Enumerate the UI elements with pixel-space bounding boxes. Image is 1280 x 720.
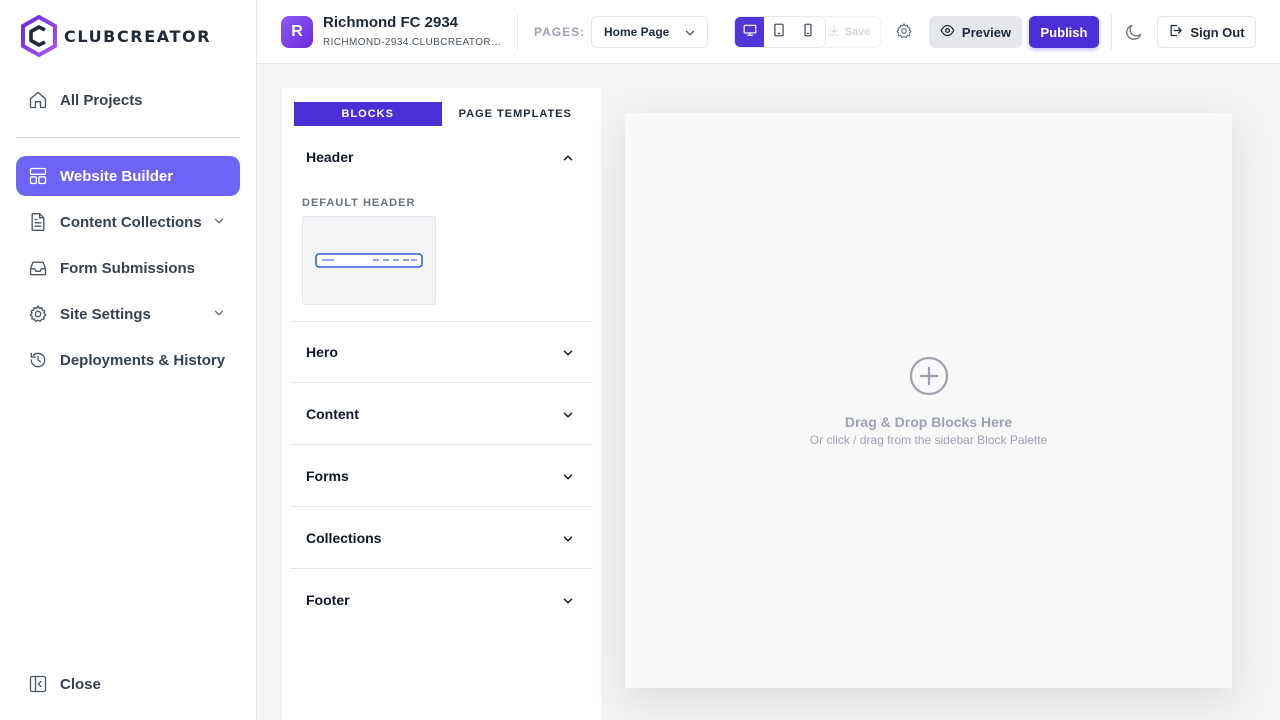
desktop-view-button[interactable]	[735, 17, 764, 47]
accordion-forms: Forms	[290, 446, 593, 507]
accordion-collections: Collections	[290, 508, 593, 569]
accordion-forms-toggle[interactable]: Forms	[290, 446, 593, 506]
page-select-value: Home Page	[604, 25, 670, 39]
default-header-label: DEFAULT HEADER	[302, 197, 416, 209]
theme-toggle-button[interactable]	[1124, 22, 1144, 47]
chevron-down-icon	[683, 26, 697, 43]
sidebar-item-label: All Projects	[60, 91, 143, 109]
clubcreator-logo-icon	[21, 15, 57, 57]
accordion-header-toggle[interactable]: Header	[290, 127, 593, 187]
accordion-title: Collections	[306, 530, 382, 546]
tablet-icon	[772, 23, 786, 42]
chevron-down-icon	[561, 594, 575, 611]
preview-button[interactable]: Preview	[929, 16, 1022, 48]
sidebar-item-website-builder[interactable]: Website Builder	[16, 156, 240, 196]
accordion-content-toggle[interactable]: Content	[290, 384, 593, 444]
page-select[interactable]: Home Page	[591, 16, 708, 48]
sign-out-button[interactable]: Sign Out	[1157, 16, 1256, 48]
sidebar-item-label: Site Settings	[60, 305, 151, 323]
layout-icon	[28, 166, 48, 186]
accordion-footer-toggle[interactable]: Footer	[290, 570, 593, 630]
close-label: Close	[60, 675, 101, 693]
chevron-down-icon	[561, 408, 575, 425]
accordion-title: Header	[306, 149, 354, 165]
project-domain: RICHMOND-2934.CLUBCREATOR.APP	[323, 37, 503, 48]
chevron-down-icon	[561, 346, 575, 363]
sidebar-item-label: Form Submissions	[60, 259, 196, 277]
header-preview-thumbnail	[315, 253, 423, 268]
sidebar-item-label: Deployments & History	[60, 351, 226, 369]
sidebar-collapse-icon	[28, 674, 48, 694]
chevron-up-icon	[561, 151, 575, 168]
accordion-title: Hero	[306, 344, 338, 360]
tablet-view-button[interactable]	[764, 17, 793, 47]
sidebar-item-form-submissions[interactable]: Form Submissions	[16, 248, 240, 288]
eye-icon	[940, 23, 955, 41]
sign-out-label: Sign Out	[1190, 24, 1245, 40]
tab-page-templates[interactable]: PAGE TEMPLATES	[442, 102, 590, 126]
mobile-view-button[interactable]	[793, 17, 822, 47]
sidebar: CLUBCREATOR All Projects Website Builder…	[0, 0, 257, 720]
accordion-title: Forms	[306, 468, 349, 484]
drop-subtitle: Or click / drag from the sidebar Block P…	[809, 433, 1048, 447]
sidebar-item-label: Website Builder	[60, 167, 174, 185]
accordion-footer: Footer	[290, 570, 593, 630]
divider	[517, 14, 518, 50]
accordion-title: Content	[306, 406, 359, 422]
chevron-down-icon	[212, 306, 226, 324]
plus-circle-icon	[909, 356, 949, 402]
chevron-down-icon	[561, 470, 575, 487]
project-avatar: R	[281, 16, 313, 48]
top-bar: R Richmond FC 2934 RICHMOND-2934.CLUBCRE…	[257, 0, 1280, 64]
device-toggle	[734, 16, 826, 48]
sign-out-icon	[1168, 23, 1183, 41]
chevron-down-icon	[212, 214, 226, 232]
logo-text: CLUBCREATOR	[64, 26, 212, 46]
sidebar-item-content-collections[interactable]: Content Collections	[16, 202, 240, 242]
preview-label: Preview	[961, 24, 1012, 40]
accordion-hero: Hero	[290, 322, 593, 383]
logo[interactable]: CLUBCREATOR	[20, 15, 211, 57]
save-button[interactable]: Save	[817, 16, 881, 48]
mobile-icon	[801, 23, 815, 42]
settings-button[interactable]	[895, 22, 913, 45]
accordion-collections-toggle[interactable]: Collections	[290, 508, 593, 568]
history-icon	[28, 350, 48, 370]
sidebar-close-button[interactable]: Close	[16, 664, 240, 704]
pages-label: PAGES:	[534, 25, 586, 39]
accordion-hero-toggle[interactable]: Hero	[290, 322, 593, 382]
accordion-title: Footer	[306, 592, 350, 608]
sidebar-item-site-settings[interactable]: Site Settings	[16, 294, 240, 334]
default-header-block[interactable]	[302, 216, 436, 305]
sidebar-item-label: Content Collections	[60, 213, 202, 231]
block-palette: BLOCKS PAGE TEMPLATES Header DEFAULT HEA…	[282, 88, 601, 720]
publish-button[interactable]: Publish	[1029, 16, 1099, 48]
divider	[1111, 14, 1112, 50]
document-icon	[28, 212, 48, 232]
sidebar-divider	[16, 137, 240, 138]
sidebar-item-all-projects[interactable]: All Projects	[16, 80, 240, 120]
sidebar-item-deployments-history[interactable]: Deployments & History	[16, 340, 240, 380]
drop-title: Drag & Drop Blocks Here	[844, 414, 1013, 430]
moon-icon	[1124, 24, 1144, 46]
gear-icon	[28, 304, 48, 324]
chevron-down-icon	[561, 532, 575, 549]
accordion-content: Content	[290, 384, 593, 445]
tab-blocks[interactable]: BLOCKS	[294, 102, 442, 126]
project-name: Richmond FC 2934	[323, 14, 459, 31]
save-label: Save	[844, 26, 871, 38]
panel-tabs: BLOCKS PAGE TEMPLATES	[294, 102, 589, 126]
download-icon	[828, 25, 840, 40]
inbox-icon	[28, 258, 48, 278]
home-icon	[28, 90, 48, 110]
desktop-icon	[743, 23, 757, 42]
page-canvas-dropzone[interactable]: Drag & Drop Blocks Here Or click / drag …	[625, 113, 1232, 688]
gear-icon	[895, 23, 913, 44]
